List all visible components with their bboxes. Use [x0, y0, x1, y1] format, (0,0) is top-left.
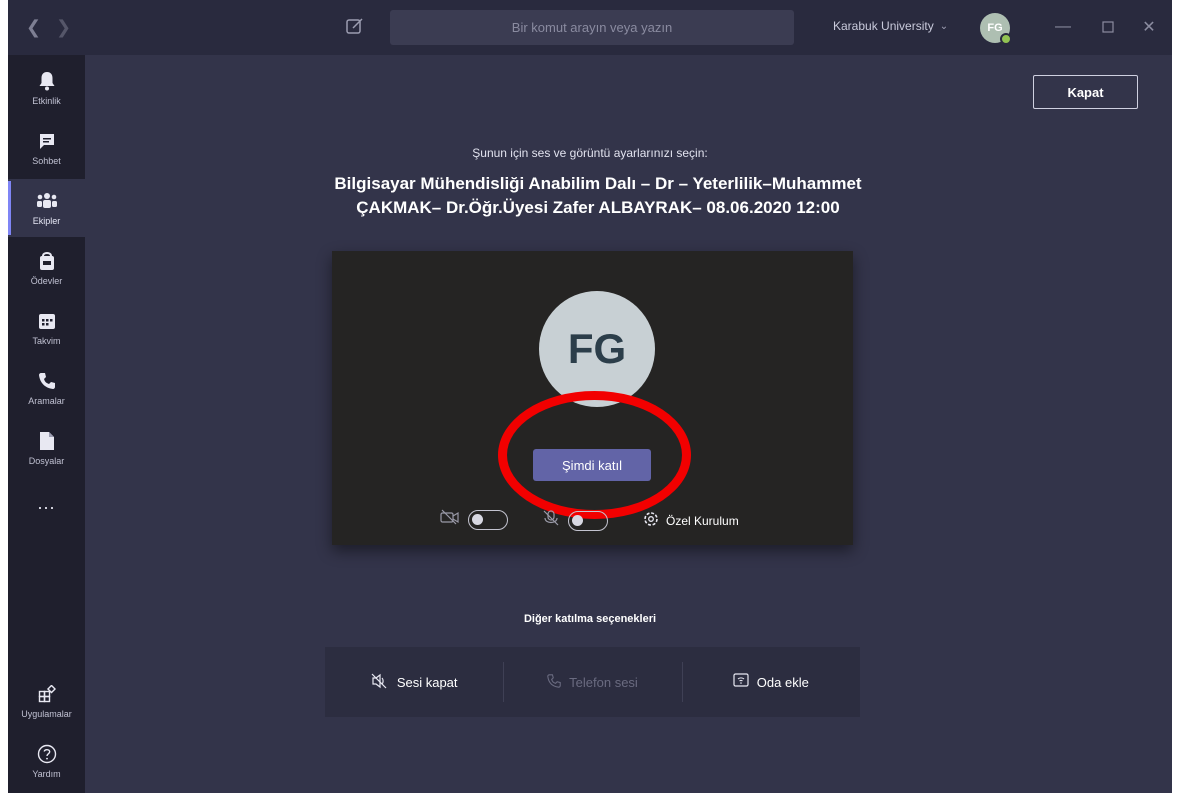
- rail-item-label: Ödevler: [30, 276, 63, 286]
- rail-item-assignments[interactable]: Ödevler: [8, 239, 85, 297]
- add-room-option[interactable]: Oda ekle: [681, 647, 860, 717]
- forward-arrow-icon[interactable]: ❯: [56, 17, 71, 37]
- apps-icon: [36, 683, 58, 705]
- mic-off-icon: [542, 509, 560, 532]
- search-input[interactable]: Bir komut arayın veya yazın: [390, 10, 794, 45]
- phone-icon: [547, 673, 561, 691]
- rail-item-label: Etkinlik: [32, 96, 61, 106]
- gear-icon: [642, 510, 660, 531]
- compose-icon[interactable]: [344, 15, 366, 37]
- rail-item-activity[interactable]: Etkinlik: [8, 59, 85, 117]
- rail-item-label: Dosyalar: [28, 456, 65, 466]
- help-icon: [36, 743, 58, 765]
- org-switcher[interactable]: Karabuk University ⌄: [833, 19, 948, 33]
- camera-toggle[interactable]: [468, 509, 508, 530]
- rail-item-calls[interactable]: Aramalar: [8, 359, 85, 417]
- meeting-title-line: Bilgisayar Mühendisliği Anabilim Dalı – …: [334, 174, 862, 193]
- rail-item-apps[interactable]: Uygulamalar: [8, 672, 85, 730]
- assignments-icon: [36, 250, 58, 272]
- teams-window: ❮ ❯ Bir komut arayın veya yazın Karabuk …: [8, 0, 1172, 793]
- other-join-options-title: Diğer katılma seçenekleri: [523, 613, 657, 625]
- meeting-title-line: ÇAKMAK– Dr.Öğr.Üyesi Zafer ALBAYRAK– 08.…: [356, 198, 840, 217]
- more-icon: ...: [37, 493, 56, 513]
- mic-toggle[interactable]: [568, 510, 608, 531]
- rail-item-label: Ekipler: [32, 216, 61, 226]
- mic-control: [542, 509, 608, 532]
- close-button[interactable]: Kapat: [1033, 75, 1138, 109]
- device-settings-button[interactable]: Özel Kurulum: [642, 510, 739, 531]
- rail-item-label: Aramalar: [28, 396, 65, 406]
- phone-icon: [36, 370, 58, 392]
- option-label: Sesi kapat: [396, 674, 458, 690]
- toggle-knob: [572, 514, 583, 526]
- phone-audio-option[interactable]: Telefon sesi: [503, 647, 681, 717]
- prejoin-subtitle: Şunun için ses ve görüntü ayarlarınızı s…: [472, 146, 708, 160]
- other-join-options: Sesi kapat Telefon sesi Oda ekle: [325, 647, 860, 717]
- rail-item-more[interactable]: ...: [8, 483, 85, 523]
- meeting-title: Bilgisayar Mühendisliği Anabilim Dalı – …: [248, 172, 948, 220]
- minimize-icon[interactable]: —: [1050, 14, 1076, 40]
- presence-available-icon: [1000, 33, 1012, 45]
- camera-off-icon: [440, 509, 460, 530]
- camera-control: [440, 509, 508, 530]
- close-window-icon[interactable]: ✕: [1136, 14, 1162, 40]
- bell-icon: [36, 70, 58, 92]
- speaker-off-icon: [371, 673, 389, 692]
- room-display-icon: [733, 672, 749, 692]
- app-rail: Etkinlik Sohbet Ekipler Ödevler Takvim A…: [8, 55, 85, 793]
- org-name: Karabuk University: [833, 19, 934, 33]
- highlight-circle-annotation: [498, 391, 691, 519]
- option-label: Telefon sesi: [569, 674, 638, 690]
- profile-avatar[interactable]: FG: [980, 13, 1012, 45]
- rail-item-label: Yardım: [32, 769, 61, 779]
- rail-item-files[interactable]: Dosyalar: [8, 419, 85, 477]
- toggle-knob: [472, 513, 483, 525]
- rail-item-teams[interactable]: Ekipler: [8, 179, 85, 237]
- avatar-initials: FG: [987, 22, 1003, 34]
- back-arrow-icon[interactable]: ❮: [26, 17, 41, 37]
- rail-item-label: Takvim: [32, 336, 61, 346]
- files-icon: [36, 430, 58, 452]
- device-settings-label: Özel Kurulum: [666, 513, 739, 528]
- audio-off-option[interactable]: Sesi kapat: [325, 647, 503, 717]
- option-label: Oda ekle: [756, 674, 809, 690]
- maximize-icon[interactable]: [1095, 14, 1121, 40]
- chevron-down-icon: ⌄: [939, 20, 949, 32]
- title-bar: ❮ ❯ Bir komut arayın veya yazın Karabuk …: [8, 0, 1172, 55]
- video-preview-card: FG Şimdi katıl Özel Kurulum: [332, 251, 853, 545]
- calendar-icon: [36, 310, 58, 332]
- rail-item-help[interactable]: Yardım: [8, 732, 85, 790]
- preview-avatar: FG: [539, 291, 655, 407]
- teams-icon: [36, 190, 58, 212]
- rail-item-label: Uygulamalar: [21, 709, 72, 719]
- rail-item-calendar[interactable]: Takvim: [8, 299, 85, 357]
